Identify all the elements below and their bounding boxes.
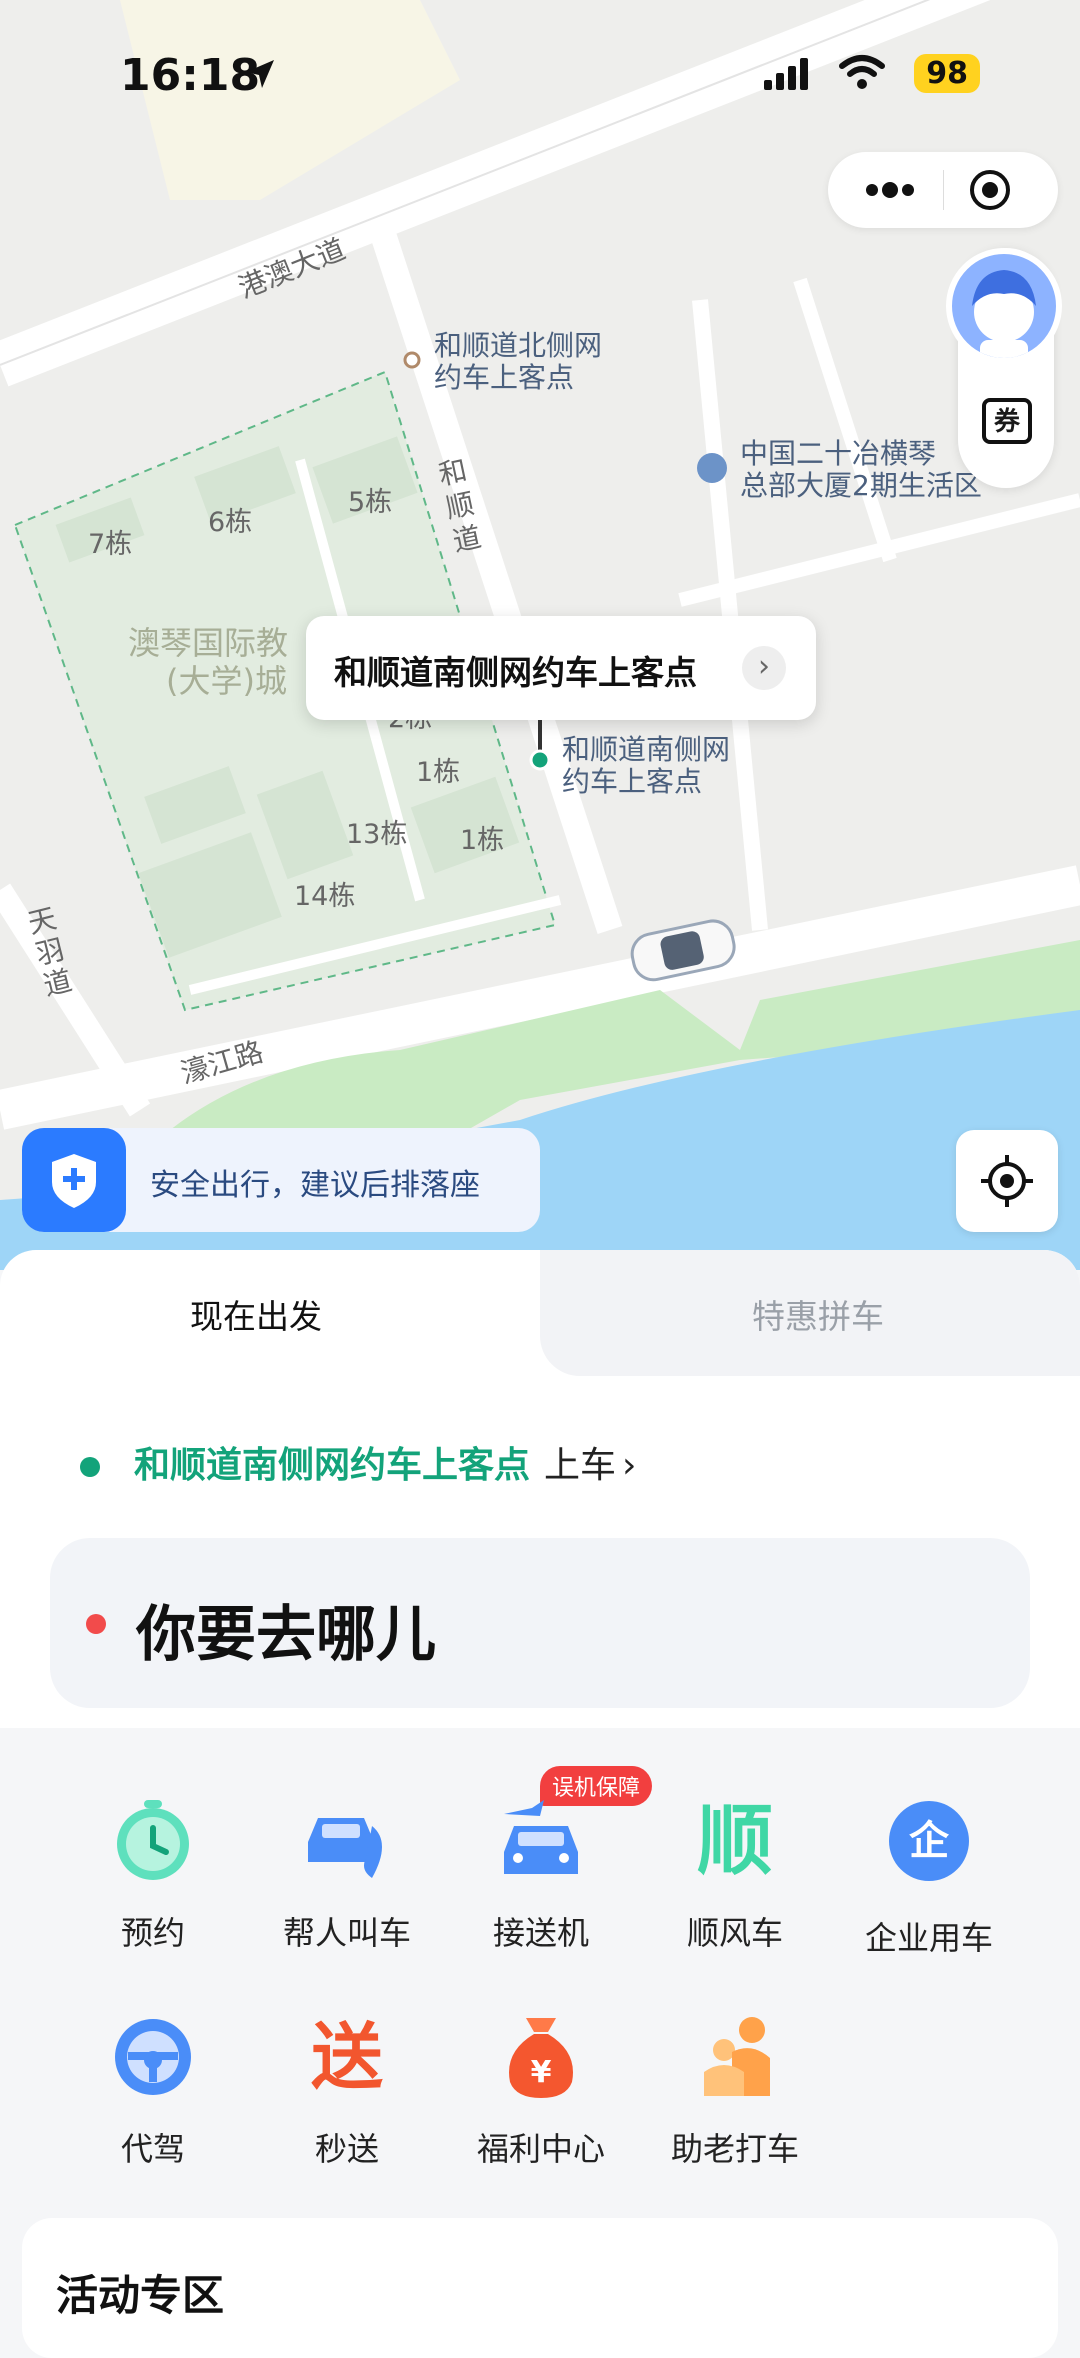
more-icon[interactable] (864, 178, 916, 202)
status-time: 16:18 (120, 50, 261, 101)
map-building-label: 14栋 (294, 881, 356, 912)
service-elderly[interactable]: 助老打车 (638, 2012, 832, 2170)
steering-wheel-icon (108, 2012, 198, 2102)
service-label: 顺风车 (686, 1914, 783, 1952)
activity-title: 活动专区 (56, 2271, 225, 2320)
destination-input[interactable]: 你要去哪儿 (50, 1538, 1030, 1708)
enterprise-glyph: 企 (889, 1801, 969, 1881)
map-building-label: 1栋 (460, 825, 505, 856)
elderly-icon (690, 2012, 780, 2102)
money-glyph: ¥ (531, 2055, 552, 2090)
pickup-suffix: 上车 (544, 1445, 617, 1486)
airport-car-icon (496, 1796, 586, 1886)
map-building-label: 6栋 (208, 507, 253, 538)
pickup-place: 和顺道南侧网约车上客点 (134, 1445, 531, 1486)
map-building-label: 5栋 (348, 487, 393, 518)
chevron-right-icon: › (742, 646, 786, 690)
service-call-for-others[interactable]: 帮人叫车 (250, 1796, 444, 1954)
map-building-label: 7栋 (88, 529, 133, 560)
service-label: 代驾 (120, 2130, 185, 2168)
avatar-face-icon (972, 270, 1036, 358)
map-poi-line: 和顺道北侧网 (434, 329, 603, 362)
service-label: 帮人叫车 (282, 1914, 411, 1952)
map-building-label: 13栋 (346, 819, 408, 850)
map-campus-line: (大学)城 (166, 662, 287, 700)
service-label: 福利中心 (476, 2130, 605, 2168)
activity-section[interactable]: 活动专区 (22, 2218, 1058, 2358)
service-label: 企业用车 (864, 1919, 993, 1957)
service-enterprise[interactable]: 企 企业用车 (832, 1796, 1026, 1959)
map-poi-line: 和顺道南侧网 (562, 733, 731, 766)
service-label: 预约 (120, 1914, 185, 1952)
map-campus-label: 澳琴国际教 (大学)城 (128, 624, 288, 700)
service-express-send[interactable]: 送 秒送 (250, 2012, 444, 2170)
crosshair-icon (981, 1155, 1033, 1207)
map-poi-line: 约车上客点 (434, 361, 575, 394)
map-poi-line: 约车上客点 (562, 765, 703, 798)
destination-placeholder: 你要去哪儿 (136, 1600, 436, 1670)
service-reserve[interactable]: 预约 (56, 1796, 250, 1954)
safety-tip-text: 安全出行，建议后排落座 (150, 1168, 480, 1203)
callout-text: 和顺道南侧网约车上客点 (334, 653, 697, 692)
status-bar: 16:18 98 (0, 40, 1080, 110)
location-arrow-icon (246, 60, 274, 88)
service-label: 秒送 (314, 2130, 379, 2168)
wifi-icon (839, 55, 885, 89)
battery-level: 98 (914, 54, 980, 93)
coupon-button[interactable]: 券 (982, 398, 1032, 444)
send-icon: 送 (302, 2012, 392, 2102)
service-welfare[interactable]: ¥ 福利中心 (444, 2012, 638, 2170)
shun-glyph: 顺 (697, 1796, 773, 1885)
call-car-icon (302, 1796, 392, 1886)
signal-icon (764, 58, 808, 90)
pickup-dot-icon (80, 1457, 100, 1477)
safety-tip[interactable]: 安全出行，建议后排落座 (22, 1128, 540, 1232)
shun-icon: 顺 (690, 1796, 780, 1886)
chevron-right-icon: › (622, 1445, 637, 1486)
service-hitch[interactable]: 顺 顺风车 (638, 1796, 832, 1954)
capsule-divider (943, 170, 944, 210)
service-label: 助老打车 (670, 2130, 799, 2168)
tab-carpool[interactable]: 特惠拼车 (752, 1290, 884, 1338)
clock-icon (108, 1796, 198, 1886)
pickup-callout[interactable]: 和顺道南侧网约车上客点 › (306, 616, 816, 720)
service-designated-driver[interactable]: 代驾 (56, 2012, 250, 2170)
pickup-location[interactable]: 和顺道南侧网约车上客点 上车 › (80, 1436, 636, 1488)
avatar[interactable] (946, 248, 1062, 364)
enterprise-icon: 企 (884, 1801, 974, 1891)
map-poi-south-pickup: 和顺道南侧网 约车上客点 (562, 734, 730, 798)
destination-dot-icon (86, 1614, 106, 1634)
side-float: 券 (946, 248, 1062, 488)
map-campus-line: 澳琴国际教 (128, 624, 289, 662)
locate-button[interactable] (956, 1130, 1058, 1232)
map-building-label: 1栋 (416, 757, 461, 788)
map-poi-north-pickup: 和顺道北侧网 约车上客点 (434, 330, 602, 394)
map-poi-line: 总部大厦2期生活区 (740, 469, 982, 502)
miniapp-capsule (828, 152, 1058, 228)
map-poi-line: 中国二十冶横琴 (740, 437, 937, 470)
shield-icon (22, 1128, 126, 1232)
service-airport[interactable]: 接送机 (444, 1796, 638, 1954)
target-icon[interactable] (968, 168, 1012, 212)
send-glyph: 送 (310, 2015, 383, 2099)
service-label: 接送机 (492, 1914, 589, 1952)
money-bag-icon: ¥ (496, 2012, 586, 2102)
tab-now[interactable]: 现在出发 (190, 1290, 322, 1338)
map-poi-mcc: 中国二十冶横琴 总部大厦2期生活区 (740, 438, 982, 502)
